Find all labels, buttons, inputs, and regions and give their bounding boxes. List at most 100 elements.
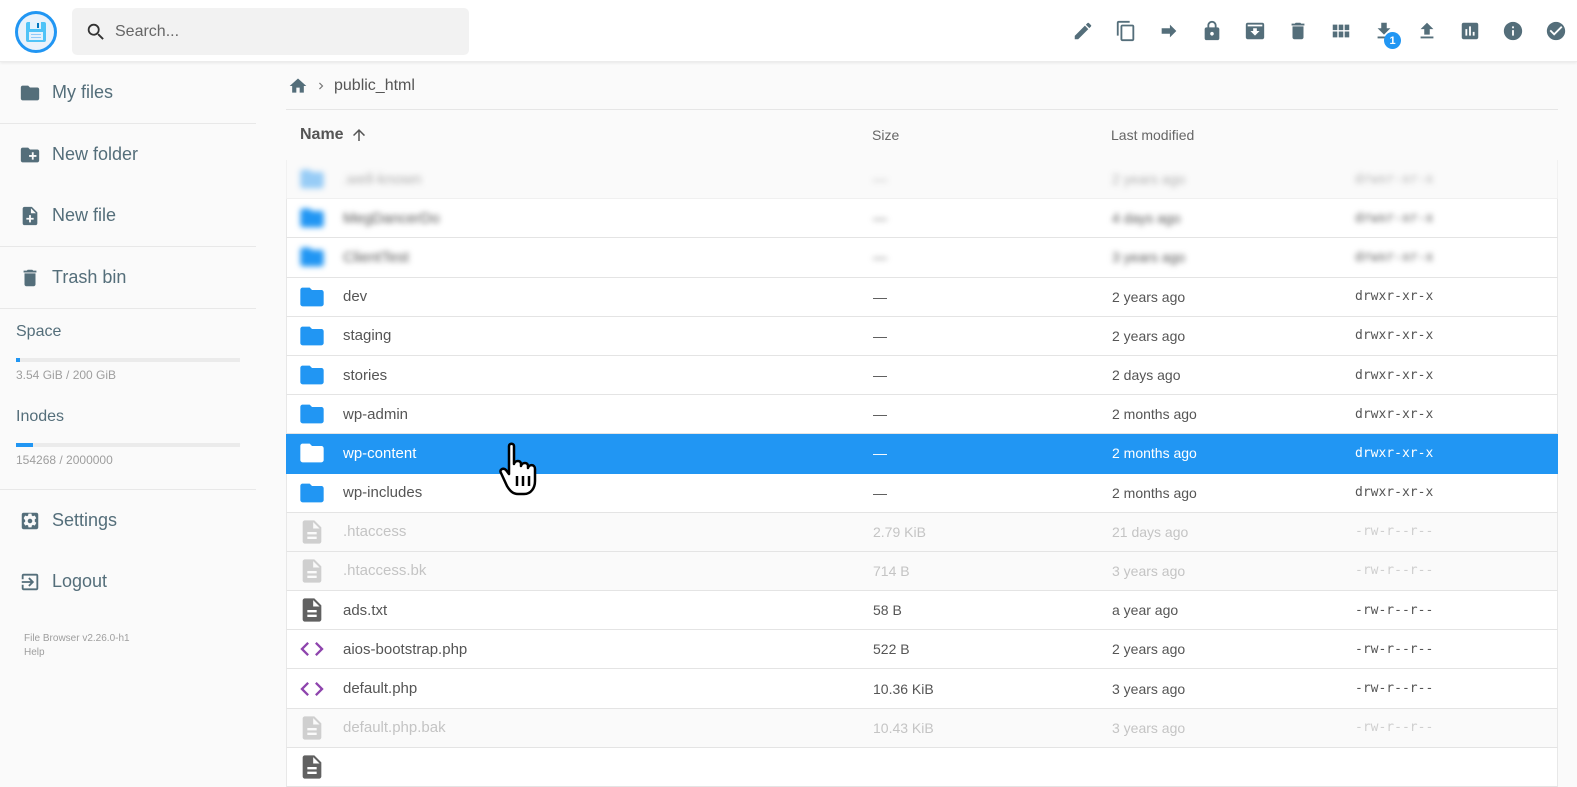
file-type-icon [297, 753, 327, 781]
file-permissions: -rw-r--r-- [1355, 563, 1434, 579]
code-icon [300, 642, 324, 657]
rename-button[interactable] [1061, 9, 1104, 53]
file-type-icon [297, 714, 327, 742]
hand-pointer-icon [499, 442, 537, 496]
table-row[interactable]: default.php.bak 10.43 KiB 3 years ago -r… [286, 708, 1558, 748]
sidebar-item-my-files[interactable]: My files [0, 62, 256, 123]
text-file-icon [302, 520, 322, 544]
file-name-cell: wp-includes [287, 479, 873, 507]
table-row[interactable]: wp-includes — 2 months ago drwxr-xr-x [286, 473, 1558, 513]
file-name-cell: wp-admin [287, 400, 873, 428]
sidebar-item-logout[interactable]: Logout [0, 551, 256, 612]
space-usage: Space 3.54 GiB / 200 GiB [0, 309, 256, 382]
inodes-title: Inodes [16, 408, 65, 425]
table-row[interactable]: wp-admin — 2 months ago drwxr-xr-x [286, 395, 1558, 435]
column-name-label: Name [300, 126, 344, 143]
column-name[interactable]: Name [286, 126, 872, 144]
disk-usage-button[interactable] [1448, 9, 1491, 53]
column-modified[interactable]: Last modified [1111, 127, 1354, 143]
file-size: — [873, 327, 887, 344]
table-row[interactable]: MegDancerDo — 4 days ago drwxr-xr-x [286, 199, 1558, 239]
gear-icon [21, 512, 39, 529]
file-name: dev [343, 288, 368, 306]
inodes-usage: Inodes 154268 / 2000000 [0, 382, 256, 489]
sidebar-item-label: Logout [52, 571, 108, 591]
file-size: — [873, 288, 887, 305]
trash-icon [1291, 22, 1304, 40]
credits: File Browser v2.26.0-h1 Help [0, 612, 256, 680]
file-size: — [873, 367, 887, 384]
table-row[interactable]: .htaccess 2.79 KiB 21 days ago -rw-r--r-… [286, 512, 1558, 552]
file-type-icon [297, 596, 327, 624]
file-permissions: drwxr-xr-x [1355, 328, 1434, 344]
delete-button[interactable] [1276, 9, 1319, 53]
move-button[interactable] [1147, 9, 1190, 53]
file-modified: 21 days ago [1112, 523, 1189, 540]
table-row[interactable]: aios-bootstrap.php 522 B 2 years ago -rw… [286, 630, 1558, 670]
file-type-icon [297, 635, 327, 663]
floppy-disk-icon[interactable] [15, 11, 57, 53]
select-multiple-button[interactable] [1534, 9, 1577, 53]
space-progress-bar [16, 358, 240, 362]
file-name: wp-content [343, 444, 417, 462]
breadcrumb-item[interactable]: public_html [334, 77, 415, 95]
table-row[interactable]: ads.txt 58 B a year ago -rw-r--r-- [286, 591, 1558, 631]
sidebar-item-label: Settings [52, 510, 118, 530]
table-row[interactable]: staging — 2 years ago drwxr-xr-x [286, 316, 1558, 356]
pencil-icon [1074, 22, 1091, 40]
search-input[interactable] [115, 22, 445, 41]
file-modified: 2 years ago [1112, 171, 1186, 188]
copy-button[interactable] [1104, 9, 1147, 53]
search-box[interactable] [72, 8, 469, 55]
chevron-right-icon [319, 82, 324, 89]
home-icon[interactable] [288, 76, 308, 96]
bar-chart-icon [1461, 22, 1478, 40]
upload-button[interactable] [1405, 9, 1448, 53]
table-row[interactable]: wp-content — 2 months ago drwxr-xr-x [286, 434, 1558, 474]
info-button[interactable] [1491, 9, 1534, 53]
table-row[interactable]: .htaccess.bk 714 B 3 years ago -rw-r--r-… [286, 551, 1558, 592]
file-modified: 3 years ago [1112, 562, 1186, 579]
sidebar-item-trash-bin[interactable]: Trash bin [0, 247, 256, 308]
file-name-cell: wp-content [287, 439, 873, 467]
file-type-icon [297, 518, 327, 546]
sidebar-item-settings[interactable]: Settings [0, 490, 256, 551]
file-modified: 2 months ago [1112, 484, 1197, 501]
file-type-icon [297, 165, 327, 193]
permissions-button[interactable] [1190, 9, 1233, 53]
file-name: .htaccess [343, 523, 407, 541]
file-type-icon [297, 322, 327, 350]
file-name: wp-includes [343, 484, 423, 502]
toolbar: 1 [1061, 9, 1577, 53]
sidebar-item-new-folder[interactable]: New folder [0, 124, 256, 185]
download-button[interactable]: 1 [1362, 9, 1405, 53]
column-size[interactable]: Size [872, 127, 1111, 143]
archive-button[interactable] [1233, 9, 1276, 53]
arrow-up-icon [352, 129, 365, 141]
help-link[interactable]: Help [24, 646, 232, 660]
folder-icon [300, 208, 324, 228]
file-name-cell: dev [287, 283, 873, 311]
file-modified: 2 years ago [1112, 327, 1186, 344]
file-name: .htaccess.bk [343, 562, 427, 580]
table-row[interactable]: stories — 2 days ago drwxr-xr-x [286, 355, 1558, 396]
table-row[interactable] [286, 747, 1558, 787]
file-name: default.php [343, 680, 418, 698]
table-row[interactable]: .well-known — 2 years ago drwxr-xr-x [286, 160, 1558, 200]
file-size: 10.43 KiB [873, 719, 934, 736]
table-row[interactable]: default.php 10.36 KiB 3 years ago -rw-r-… [286, 669, 1558, 709]
space-value: 3.54 GiB / 200 GiB [16, 368, 117, 382]
file-name-cell: aios-bootstrap.php [287, 635, 873, 663]
table-row[interactable]: ClientTest — 3 years ago drwxr-xr-x [286, 238, 1558, 278]
file-permissions: drwxr-xr-x [1355, 171, 1434, 187]
sidebar-item-new-file[interactable]: New file [0, 185, 256, 246]
sidebar: My files New folder New file Trash bin S… [0, 62, 256, 770]
file-size: 522 B [873, 641, 910, 658]
table-row[interactable]: dev — 2 years ago drwxr-xr-x [286, 277, 1558, 317]
switch-view-button[interactable] [1319, 9, 1362, 53]
file-size: — [873, 249, 887, 266]
file-permissions: -rw-r--r-- [1355, 720, 1434, 736]
file-permissions: drwxr-xr-x [1355, 445, 1434, 461]
file-permissions: drwxr-xr-x [1355, 210, 1434, 226]
file-modified: 4 days ago [1112, 210, 1181, 227]
